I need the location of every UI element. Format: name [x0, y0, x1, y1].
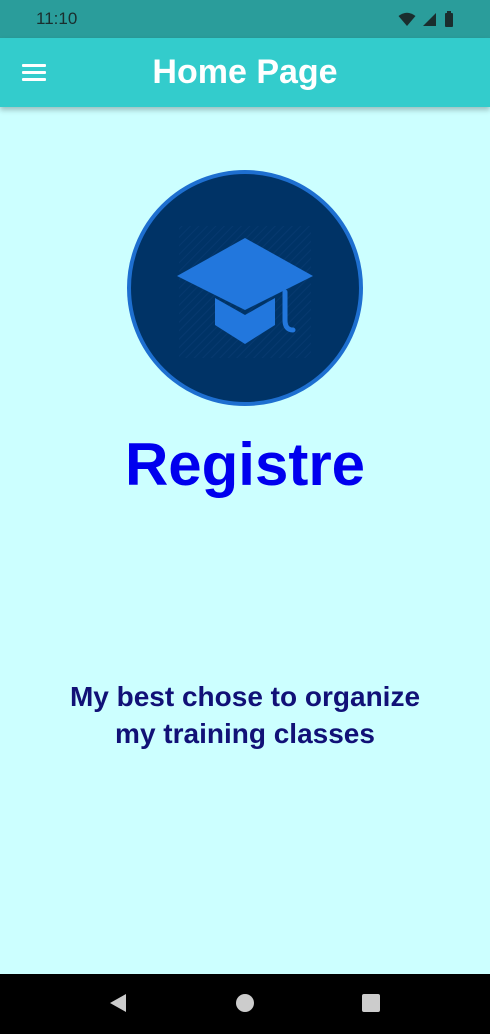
- signal-icon: [423, 12, 436, 26]
- battery-icon: [445, 11, 453, 27]
- home-circle-icon[interactable]: [235, 992, 255, 1014]
- page-title: Home Page: [152, 53, 338, 91]
- system-nav-bar: [0, 974, 490, 1034]
- status-icons: [398, 11, 454, 27]
- status-bar: 11:10: [0, 0, 490, 38]
- recents-square-icon[interactable]: [361, 992, 381, 1014]
- app-bar: Home Page: [0, 38, 490, 107]
- brand-title: Registre: [124, 431, 366, 498]
- graduation-cap-icon: [127, 170, 363, 406]
- wifi-icon: [398, 12, 416, 26]
- status-time: 11:10: [36, 9, 78, 28]
- back-triangle-icon[interactable]: [108, 992, 128, 1014]
- tagline: My best chose to organize my training cl…: [69, 681, 421, 749]
- hamburger-menu-icon[interactable]: [22, 60, 48, 84]
